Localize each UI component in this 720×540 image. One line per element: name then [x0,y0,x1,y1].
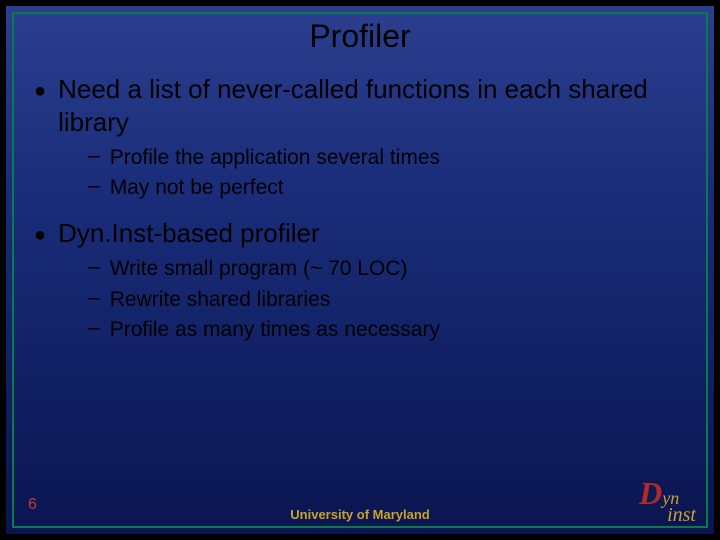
dyninst-logo: Dyn inst [639,479,696,524]
footer-text: University of Maryland [6,507,714,522]
logo-d: D [639,475,662,511]
slide: Profiler ● Need a list of never-called f… [0,0,720,540]
inner-frame [12,12,708,528]
